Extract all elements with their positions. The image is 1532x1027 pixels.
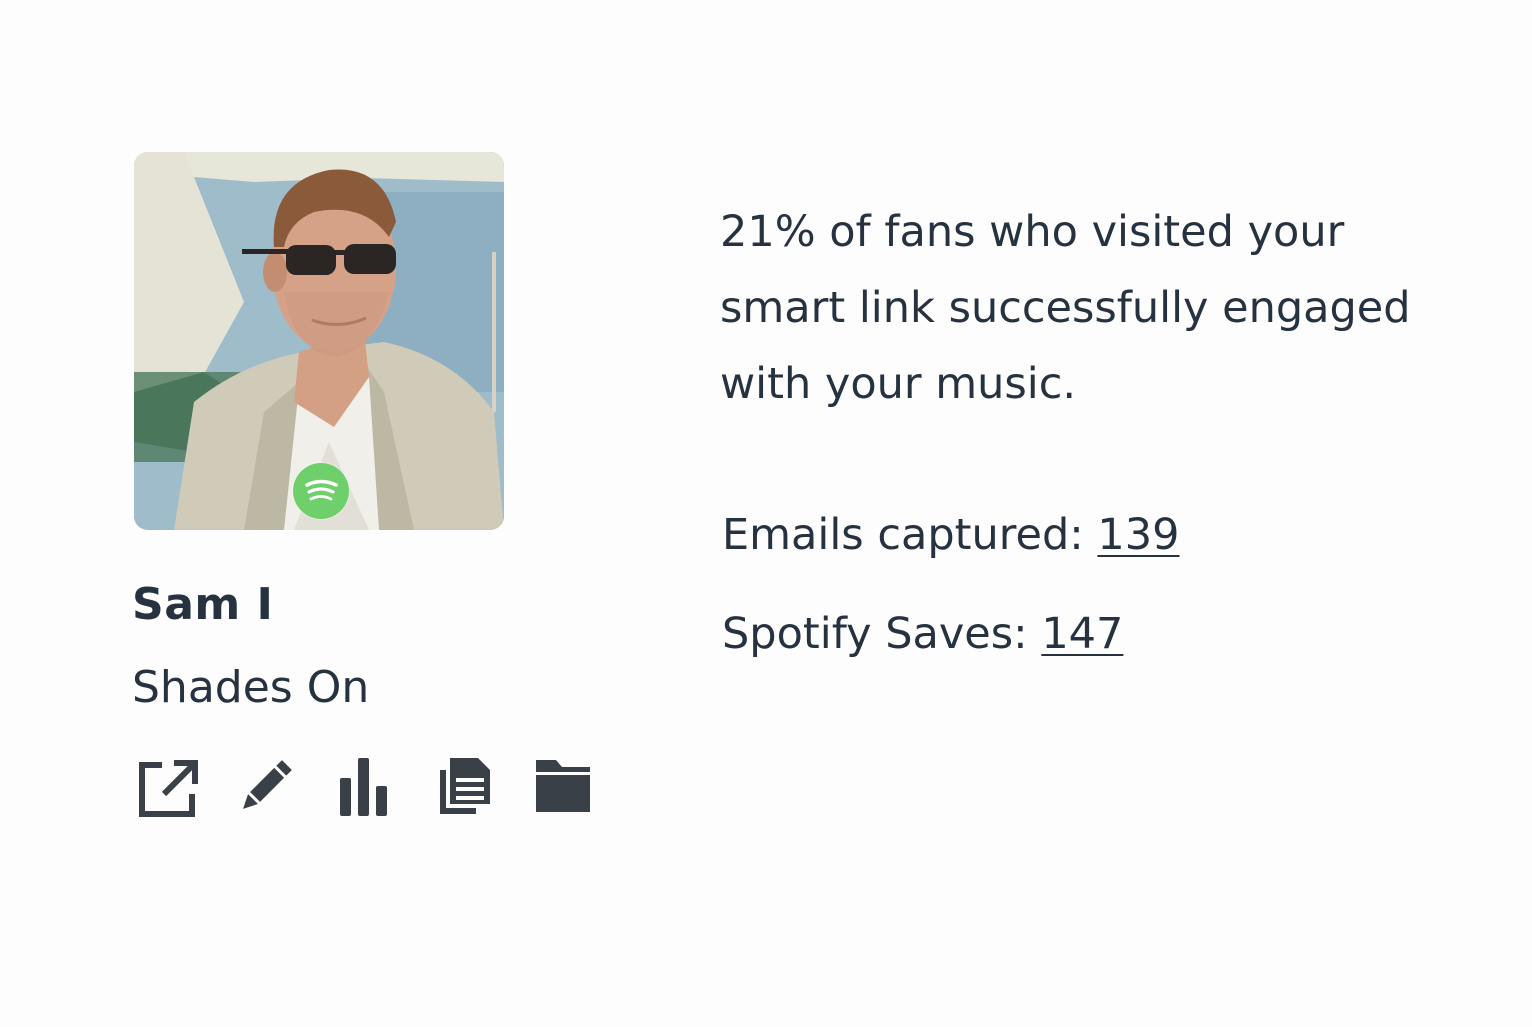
folder-icon[interactable] <box>534 756 596 818</box>
emails-captured-link[interactable]: 139 <box>1097 510 1179 560</box>
copy-icon[interactable] <box>436 756 498 818</box>
bar-chart-icon[interactable] <box>334 756 396 818</box>
cover-art <box>134 152 504 530</box>
spotify-saves-label: Spotify Saves: <box>722 609 1042 659</box>
emails-captured-stat: Emails captured: 139 <box>722 510 1180 560</box>
spotify-saves-link[interactable]: 147 <box>1041 609 1123 659</box>
external-link-icon[interactable] <box>136 756 198 818</box>
track-title: Shades On <box>132 662 370 713</box>
pencil-icon[interactable] <box>234 756 296 818</box>
emails-captured-label: Emails captured: <box>722 510 1098 560</box>
artist-name: Sam I <box>132 579 274 630</box>
engagement-summary: 21% of fans who visited your smart link … <box>720 207 1411 409</box>
spotify-icon <box>293 463 349 519</box>
spotify-saves-stat: Spotify Saves: 147 <box>722 609 1123 659</box>
